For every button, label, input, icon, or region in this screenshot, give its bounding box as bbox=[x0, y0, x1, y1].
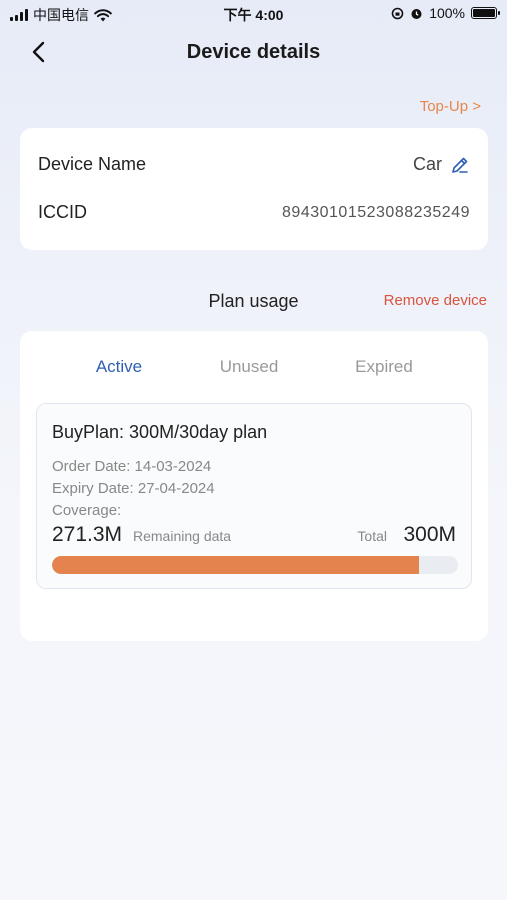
plan-item-card[interactable]: BuyPlan: 300M/30day plan Order Date: 14-… bbox=[36, 403, 472, 589]
alarm-icon bbox=[411, 8, 422, 19]
top-up-link[interactable]: Top-Up > bbox=[420, 98, 481, 115]
order-date: Order Date: 14-03-2024 bbox=[52, 458, 212, 475]
iccid-label: ICCID bbox=[38, 202, 87, 222]
iccid-value: 89430101523088235249 bbox=[282, 203, 470, 221]
tab-expired[interactable]: Expired bbox=[324, 357, 444, 377]
plan-usage-card: Active Unused Expired BuyPlan: 300M/30da… bbox=[20, 331, 488, 641]
total-data-value: 300M bbox=[403, 523, 456, 546]
data-usage-progress-bar bbox=[52, 556, 458, 574]
device-name-value: Car bbox=[412, 154, 442, 174]
orientation-lock-icon bbox=[391, 7, 404, 19]
device-name-value-group: Car bbox=[413, 154, 470, 175]
page-title: Device details bbox=[186, 41, 321, 63]
status-bar: 中国电信 下午 4:00 100% bbox=[0, 0, 507, 28]
battery-icon bbox=[471, 7, 500, 19]
plan-tabs: Active Unused Expired bbox=[20, 357, 488, 408]
device-info-card: Device Name Car ICCID 894301015230882352… bbox=[20, 128, 488, 250]
remaining-data-value: 271.3M bbox=[52, 523, 123, 546]
nav-bar: Device details bbox=[0, 30, 507, 74]
remove-device-link[interactable]: Remove device bbox=[384, 292, 487, 309]
plan-title: BuyPlan: 300M/30day plan bbox=[52, 422, 268, 442]
device-name-label: Device Name bbox=[38, 154, 147, 174]
status-right: 100% bbox=[391, 5, 500, 21]
device-name-row: Device Name Car bbox=[38, 154, 470, 175]
coverage-label: Coverage: bbox=[52, 502, 122, 519]
remaining-data-label: Remaining data bbox=[133, 528, 232, 544]
expiry-date: Expiry Date: 27-04-2024 bbox=[52, 480, 215, 497]
battery-percent: 100% bbox=[429, 5, 465, 21]
pencil-icon[interactable] bbox=[450, 155, 470, 175]
tab-unused[interactable]: Unused bbox=[189, 357, 309, 377]
tab-active[interactable]: Active bbox=[59, 357, 179, 377]
iccid-row: ICCID 89430101523088235249 bbox=[38, 202, 470, 223]
total-data-label: Total bbox=[357, 528, 387, 544]
data-usage-progress-fill bbox=[52, 556, 420, 574]
